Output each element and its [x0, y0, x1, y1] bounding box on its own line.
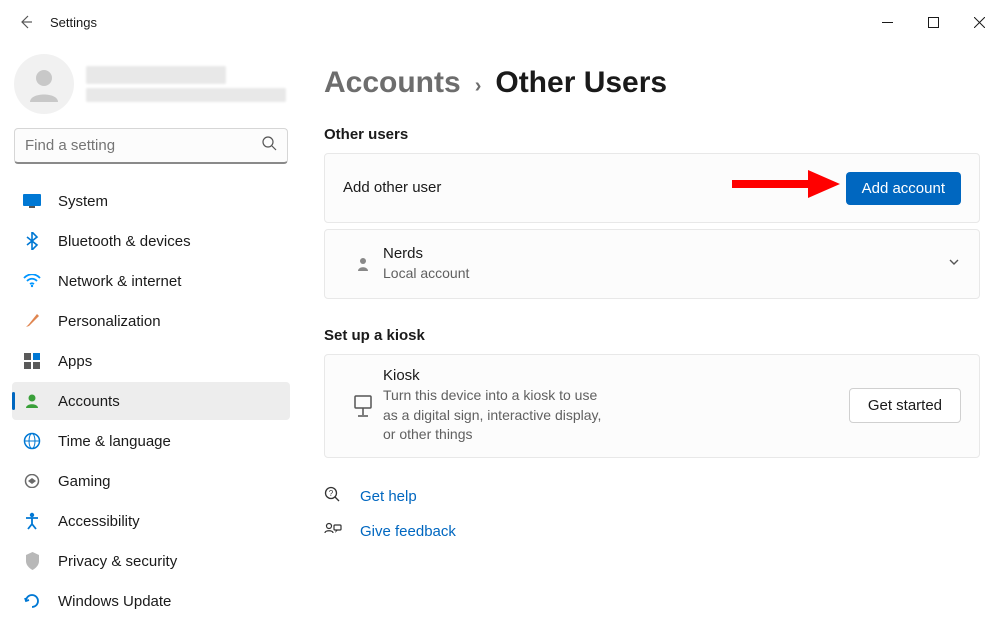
- breadcrumb: Accounts › Other Users: [324, 66, 980, 100]
- sidebar-item-label: Windows Update: [58, 593, 171, 610]
- accounts-icon: [22, 393, 42, 409]
- give-feedback-label: Give feedback: [360, 523, 456, 540]
- sidebar-item-label: Privacy & security: [58, 553, 177, 570]
- minimize-button[interactable]: [864, 6, 910, 38]
- person-icon: [343, 256, 383, 272]
- accessibility-icon: [22, 512, 42, 530]
- sidebar-item-label: Gaming: [58, 473, 111, 490]
- paintbrush-icon: [22, 312, 42, 330]
- page-title: Other Users: [495, 66, 667, 100]
- breadcrumb-parent[interactable]: Accounts: [324, 66, 461, 100]
- help-links: ? Get help Give feedback: [324, 486, 980, 542]
- sidebar-item-system[interactable]: System: [12, 182, 290, 220]
- sidebar-item-privacy[interactable]: Privacy & security: [12, 542, 290, 580]
- kiosk-icon: [343, 395, 383, 417]
- search-input[interactable]: [25, 137, 262, 154]
- add-other-user-row: Add other user Add account: [325, 154, 979, 222]
- sidebar-item-label: Bluetooth & devices: [58, 233, 191, 250]
- svg-text:?: ?: [329, 489, 334, 498]
- kiosk-title: Kiosk: [383, 367, 616, 384]
- minimize-icon: [882, 17, 893, 28]
- sidebar-item-network[interactable]: Network & internet: [12, 262, 290, 300]
- main-content: Accounts › Other Users Other users Add o…: [298, 44, 1002, 642]
- clock-globe-icon: [22, 432, 42, 450]
- section-kiosk-label: Set up a kiosk: [324, 327, 980, 344]
- sidebar-item-time-language[interactable]: Time & language: [12, 422, 290, 460]
- gaming-icon: [22, 474, 42, 488]
- person-icon: [24, 64, 64, 104]
- profile-name-redacted: [86, 66, 226, 84]
- app-title: Settings: [50, 15, 97, 30]
- sidebar-item-label: System: [58, 193, 108, 210]
- kiosk-card: Kiosk Turn this device into a kiosk to u…: [324, 354, 980, 458]
- maximize-button[interactable]: [910, 6, 956, 38]
- section-other-users-label: Other users: [324, 126, 980, 143]
- sidebar-item-accessibility[interactable]: Accessibility: [12, 502, 290, 540]
- profile-email-redacted: [86, 88, 286, 102]
- maximize-icon: [928, 17, 939, 28]
- window-controls: [864, 6, 1002, 38]
- sidebar-item-accounts[interactable]: Accounts: [12, 382, 290, 420]
- add-account-button[interactable]: Add account: [846, 172, 961, 205]
- arrow-left-icon: [18, 14, 34, 30]
- system-icon: [22, 194, 42, 208]
- user-name: Nerds: [383, 245, 935, 262]
- user-subtitle: Local account: [383, 264, 935, 284]
- sidebar-item-apps[interactable]: Apps: [12, 342, 290, 380]
- search-icon: [262, 136, 277, 156]
- sidebar-item-label: Time & language: [58, 433, 171, 450]
- sidebar-nav: System Bluetooth & devices Network & int…: [12, 182, 290, 620]
- close-button[interactable]: [956, 6, 1002, 38]
- update-icon: [22, 592, 42, 610]
- bluetooth-icon: [22, 232, 42, 250]
- sidebar-item-personalization[interactable]: Personalization: [12, 302, 290, 340]
- profile-block[interactable]: [12, 50, 290, 128]
- user-row[interactable]: Nerds Local account: [325, 230, 979, 298]
- get-started-button[interactable]: Get started: [849, 388, 961, 423]
- shield-icon: [22, 552, 42, 570]
- sidebar-item-label: Personalization: [58, 313, 161, 330]
- sidebar-item-bluetooth[interactable]: Bluetooth & devices: [12, 222, 290, 260]
- profile-text: [86, 66, 286, 102]
- sidebar-item-label: Accessibility: [58, 513, 140, 530]
- wifi-icon: [22, 274, 42, 288]
- feedback-icon: [324, 522, 342, 542]
- get-help-link[interactable]: ? Get help: [324, 486, 980, 508]
- search-box[interactable]: [14, 128, 288, 164]
- breadcrumb-separator: ›: [475, 75, 482, 98]
- apps-icon: [22, 353, 42, 369]
- sidebar-item-label: Network & internet: [58, 273, 181, 290]
- sidebar-item-gaming[interactable]: Gaming: [12, 462, 290, 500]
- user-card[interactable]: Nerds Local account: [324, 229, 980, 299]
- kiosk-row: Kiosk Turn this device into a kiosk to u…: [325, 355, 979, 457]
- avatar: [14, 54, 74, 114]
- get-help-label: Get help: [360, 488, 417, 505]
- sidebar-item-label: Accounts: [58, 393, 120, 410]
- add-other-user-title: Add other user: [343, 179, 846, 196]
- chevron-down-icon: [935, 255, 961, 274]
- give-feedback-link[interactable]: Give feedback: [324, 522, 980, 542]
- sidebar: System Bluetooth & devices Network & int…: [0, 44, 298, 642]
- sidebar-item-windows-update[interactable]: Windows Update: [12, 582, 290, 620]
- sidebar-item-label: Apps: [58, 353, 92, 370]
- close-icon: [974, 17, 985, 28]
- kiosk-subtitle: Turn this device into a kiosk to use as …: [383, 386, 616, 445]
- help-icon: ?: [324, 486, 342, 508]
- titlebar: Settings: [0, 0, 1002, 44]
- back-button[interactable]: [8, 4, 44, 40]
- add-other-user-card: Add other user Add account: [324, 153, 980, 223]
